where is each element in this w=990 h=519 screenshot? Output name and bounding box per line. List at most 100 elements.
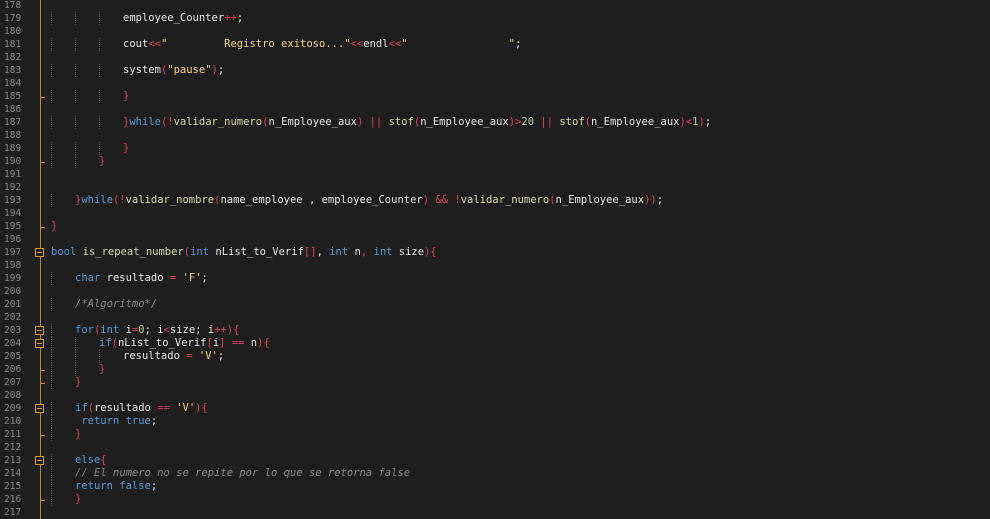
code-token: n_Employee_aux: [555, 194, 645, 206]
code-line[interactable]: /*Algoritmo*/: [75, 298, 157, 311]
code-token: n: [348, 246, 361, 258]
code-token: 'V': [176, 402, 196, 414]
line-number: 189: [4, 143, 22, 154]
line-number-gutter: 178 179 180 181 182 183 184 185 186 187 188 189 190 1…: [0, 0, 47, 519]
code-token: nList_to_Verif: [117, 337, 207, 349]
code-token: int: [100, 324, 120, 336]
line-number: 210: [4, 416, 22, 427]
code-token: }: [99, 155, 106, 167]
line-number: 182: [4, 52, 22, 63]
code-line[interactable]: }: [75, 428, 81, 441]
indent-guide: [51, 155, 52, 168]
code-token: validar_numero: [173, 116, 263, 128]
code-editor[interactable]: 178 179 180 181 182 183 184 185 186 187 188 189 190 1…: [0, 0, 990, 519]
fold-collapse-icon[interactable]: [35, 339, 44, 348]
code-line[interactable]: if(resultado == 'V'){: [75, 402, 208, 415]
fold-end-marker: [40, 435, 45, 436]
indent-guide: [51, 298, 52, 311]
fold-collapse-icon[interactable]: [35, 456, 44, 465]
code-line[interactable]: for(int i=0; i<size; i++){: [75, 324, 239, 337]
code-token: resultado: [100, 272, 170, 284]
code-line[interactable]: char resultado = 'F';: [75, 272, 208, 285]
code-token: <<: [350, 38, 364, 50]
code-token: ,: [316, 246, 330, 258]
code-token: nList_to_Verif: [209, 246, 304, 258]
code-token: // El numero no se repite por lo que se …: [75, 467, 411, 479]
line-number: 217: [4, 507, 22, 518]
line-number: 201: [4, 299, 22, 310]
line-number: 178: [4, 0, 22, 11]
code-line[interactable]: cout<<" Registro exitoso..."<<endl<<" ";: [123, 38, 521, 51]
code-line[interactable]: return true;: [75, 415, 157, 428]
code-token: ++: [224, 12, 237, 24]
line-number: 211: [4, 429, 22, 440]
code-token: ;: [150, 415, 158, 427]
code-token: ;: [217, 350, 225, 362]
code-token: ;: [217, 64, 225, 76]
code-line[interactable]: employee_Counter++;: [123, 12, 243, 25]
line-number: 181: [4, 39, 22, 50]
code-token: " ": [401, 38, 516, 50]
fold-collapse-icon[interactable]: [35, 248, 44, 257]
code-line[interactable]: }: [123, 142, 129, 155]
code-token: else: [75, 454, 101, 466]
fold-collapse-icon[interactable]: [35, 404, 44, 413]
fold-end-marker: [40, 97, 45, 98]
fold-end-marker: [40, 162, 45, 163]
indent-guide: [75, 64, 76, 77]
code-line[interactable]: }: [123, 90, 129, 103]
line-number: 192: [4, 182, 22, 193]
fold-end-marker: [40, 383, 45, 384]
code-token: int: [329, 246, 349, 258]
code-line[interactable]: }while(!validar_numero(n_Employee_aux) |…: [123, 116, 711, 129]
line-number: 209: [4, 403, 22, 414]
line-number: 179: [4, 13, 22, 24]
code-token: ++: [214, 324, 227, 336]
code-line[interactable]: else{: [75, 454, 107, 467]
indent-guide: [75, 90, 76, 103]
indent-guide: [51, 272, 52, 285]
code-token: {: [201, 402, 208, 414]
code-line[interactable]: if(nList_to_Verif[i] == n){: [99, 337, 270, 350]
code-token: 'F': [182, 272, 202, 284]
code-line[interactable]: }: [99, 155, 105, 168]
line-number: 193: [4, 195, 22, 206]
code-line[interactable]: system("pause");: [123, 64, 224, 77]
code-token: <<: [148, 38, 161, 50]
line-number: 200: [4, 286, 22, 297]
indent-guide: [75, 337, 76, 350]
code-line[interactable]: }while(!validar_nombre(name_employee , e…: [75, 194, 663, 207]
code-token: n_Employee_aux: [268, 116, 357, 128]
code-line[interactable]: }: [75, 376, 81, 389]
code-token: &&: [435, 194, 449, 206]
code-line[interactable]: }: [51, 220, 57, 233]
fold-end-marker: [40, 500, 45, 501]
indent-guide: [75, 116, 76, 129]
code-token: }: [99, 363, 106, 375]
line-number: 203: [4, 325, 22, 336]
indent-guide: [75, 363, 76, 376]
code-token: ;: [236, 12, 244, 24]
code-line[interactable]: // El numero no se repite por lo que se …: [75, 467, 410, 480]
indent-guide: [51, 194, 52, 207]
code-token: "pause": [167, 64, 212, 76]
code-token: {: [263, 337, 270, 349]
code-line[interactable]: }: [75, 493, 81, 506]
indent-guide: [51, 324, 52, 337]
line-number: 205: [4, 351, 22, 362]
code-token: n: [244, 337, 258, 349]
code-line[interactable]: }: [99, 363, 105, 376]
code-token: }: [123, 90, 130, 102]
line-number: 190: [4, 156, 22, 167]
code-token: {: [100, 454, 107, 466]
code-token: is_repeat_number: [82, 246, 184, 258]
indent-guide: [75, 350, 76, 363]
code-line[interactable]: return false;: [75, 480, 157, 493]
indent-guide: [75, 38, 76, 51]
code-line[interactable]: bool is_repeat_number(int nList_to_Verif…: [51, 246, 437, 259]
code-line[interactable]: resultado = 'V';: [123, 350, 224, 363]
indent-guide: [51, 402, 52, 415]
code-token: i: [119, 324, 132, 336]
code-token: }: [75, 428, 82, 440]
fold-collapse-icon[interactable]: [35, 326, 44, 335]
